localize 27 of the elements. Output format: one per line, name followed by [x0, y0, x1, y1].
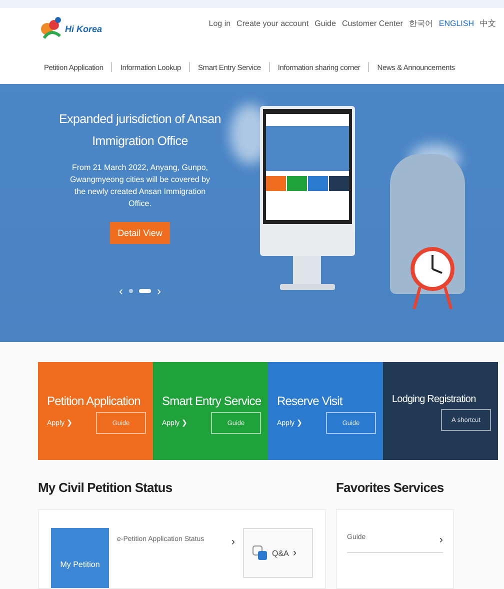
language-link[interactable]: 한국어	[408, 18, 433, 29]
logo-text: Hi Korea	[65, 24, 102, 34]
chat-icon	[252, 545, 268, 561]
qa-label: Q&A	[272, 548, 289, 558]
language-link[interactable]: 中文	[480, 18, 496, 29]
banner-text: From 21 March 2022, Anyang, Gunpo, Gwangmyeong cities will be covered by the newly created Ansan Immigration Office.	[68, 162, 212, 210]
qa-button[interactable]: Q&A ›	[243, 528, 313, 578]
slide-indicator[interactable]	[139, 289, 151, 293]
tile-title: Lodging Registration	[392, 394, 477, 405]
chevron-text: ›	[292, 547, 297, 559]
top-link[interactable]: Customer Center	[342, 19, 403, 28]
top-link[interactable]: Create your account	[236, 19, 309, 28]
tile-title: Reserve Visit	[277, 394, 344, 408]
tile-title: Smart Entry Service	[162, 394, 262, 408]
section-heading: Favorites Services	[336, 480, 445, 495]
chevron-text: ›	[439, 534, 443, 546]
top-link[interactable]: Log in	[208, 19, 231, 28]
previous-button[interactable]: ‹	[119, 284, 123, 298]
chevron-text: ›	[231, 536, 235, 548]
language-link[interactable]: ENGLISH	[438, 19, 474, 28]
my-petition-button[interactable]: My Petition	[51, 528, 109, 588]
next-button[interactable]: ›	[157, 284, 161, 298]
banner-title: Expanded jurisdiction of Ansan Immigration Office	[58, 111, 222, 150]
tile-title: Petition Application	[47, 394, 142, 408]
slide-indicator[interactable]	[129, 289, 133, 293]
top-link[interactable]: Guide	[314, 19, 336, 28]
section-heading: My Civil Petition Status	[38, 480, 174, 495]
